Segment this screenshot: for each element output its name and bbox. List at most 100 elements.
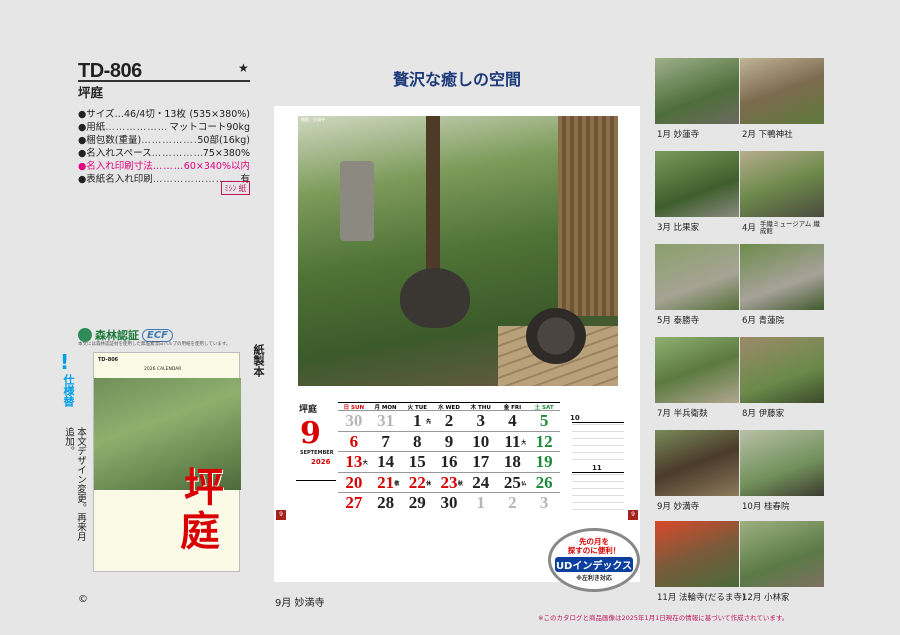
spec-key: ●表紙名入れ印刷	[78, 174, 153, 185]
day-number: 26	[535, 472, 553, 492]
day-cell: 18	[496, 451, 529, 472]
day-cell: 8	[401, 430, 434, 452]
spec-change-label: 仕様替	[62, 374, 75, 407]
month-photo-thumbnail	[740, 337, 824, 403]
day-cell: 30	[338, 410, 370, 431]
day-number: 6	[349, 431, 359, 451]
month-grid: 30 31 1 先 2 3 4 5 6 7 8 9 10 11 大 12 13 大 14 15 16 17 18 19 20 21…	[338, 410, 560, 513]
day-number: 9	[444, 431, 454, 451]
spec-row: ●サイズ…46/4切・13枚 (535×380%)	[78, 108, 250, 121]
caption-text: 6月 青蓮院	[742, 316, 785, 326]
caption-text: 7月 半兵衛麸	[657, 409, 708, 419]
month-photo-caption: 11月 法輪寺(だるま寺)	[657, 591, 745, 603]
month-photo-thumbnail	[740, 244, 824, 310]
day-number: 22	[408, 472, 426, 492]
tag-right: 紙	[238, 183, 247, 193]
day-number: 27	[345, 493, 363, 513]
spec-value: (535×380%)	[189, 109, 250, 120]
month-photo-thumbnail	[655, 430, 739, 496]
spec-leader	[141, 134, 197, 147]
day-cell: 20	[338, 471, 370, 493]
spec-leader	[105, 121, 169, 134]
day-cell: 9	[433, 430, 465, 452]
spec-key: ●梱包数(重量)	[78, 135, 142, 146]
caption-text: 4月	[742, 223, 756, 234]
day-number: 7	[381, 431, 390, 451]
day-number: 15	[408, 452, 426, 472]
day-number: 28	[377, 493, 395, 513]
day-cell: 22 休	[401, 471, 434, 493]
exclamation-icon: !	[60, 350, 70, 374]
day-number: 29	[408, 493, 426, 513]
day-number: 13	[345, 452, 363, 472]
month-name: SEPTEMBER	[300, 450, 334, 456]
day-number: 1	[476, 493, 485, 513]
day-number: 8	[413, 431, 422, 451]
month-photo-caption: 1月 妙蓮寺	[657, 128, 699, 140]
next-month-2-label: 11	[592, 464, 602, 472]
spec-value: マットコート90kg	[169, 122, 250, 133]
day-number: 20	[345, 472, 363, 492]
month-photo-caption: 2月 下鴨神社	[742, 128, 793, 140]
headline: 贅沢な癒しの空間	[392, 70, 521, 89]
ecf-badge: ECF	[142, 328, 174, 342]
caption-detail: 手織ミュージアム 織成館	[759, 220, 820, 235]
spec-row: ●名入れ印刷寸法 60×340%以内	[78, 160, 250, 173]
month-photo-caption: 12月 小林家	[742, 591, 790, 603]
caption-text: 12月 小林家	[742, 593, 790, 603]
month-photo-thumbnail	[655, 521, 739, 587]
day-number: 2	[508, 493, 517, 513]
day-cell: 14	[369, 451, 402, 472]
spec-key: ●サイズ…46/4切・13枚	[78, 109, 186, 120]
day-cell: 24	[464, 471, 497, 493]
month-photo-caption: 6月 青蓮院	[742, 314, 784, 326]
month-photo-caption: 3月 比果家	[657, 221, 699, 233]
caption-text: 5月 泰勝寺	[657, 316, 700, 326]
tree-icon	[78, 328, 92, 342]
day-number: 18	[503, 452, 521, 472]
spec-row: ●名入れスペース 75×380%	[78, 147, 250, 160]
day-number: 24	[472, 472, 490, 492]
ud-index-badge: 先の月を 探すのに便利！ UDインデックス ※左利き対応	[548, 528, 640, 592]
ud-line2: 探すのに便利！	[567, 546, 621, 555]
caption-text: 10月 桂春院	[742, 502, 790, 512]
next-month-1-mini	[572, 422, 624, 460]
cover-brand: TD-806	[98, 357, 119, 363]
spec-value: 60×340%以内	[183, 161, 250, 172]
day-number: 25	[503, 472, 521, 492]
month-photo-caption: 9月 妙満寺	[657, 500, 699, 512]
star-icon: ★	[238, 61, 249, 75]
month-photo-caption: 4月 手織ミュージアム 織成館	[742, 221, 820, 235]
spec-leader	[152, 147, 203, 160]
day-number: 21	[377, 472, 395, 492]
caption-text: 8月 伊藤家	[742, 409, 785, 419]
day-cell: 25 仏	[496, 471, 529, 493]
design-change-note: 本文デザイン変更。再来月追加。	[63, 427, 86, 541]
water-basin	[400, 268, 470, 328]
day-cell: 4	[496, 410, 529, 431]
spec-row: ●用紙 マットコート90kg	[78, 121, 250, 134]
footnote: ※このカタログと商品画像は2025年1月1日現在の情報に基づいて作成されています…	[538, 614, 789, 622]
month-number: 9	[300, 416, 321, 451]
day-cell: 15	[401, 451, 434, 472]
day-cell: 23 秋	[433, 471, 465, 493]
photo-caption-left: 撮影：妙満寺	[301, 117, 325, 122]
day-cell: 3	[464, 410, 497, 431]
cover-thumbnail: TD-806 2026 CALENDAR 坪 庭	[93, 352, 241, 572]
month-photo-thumbnail	[740, 521, 824, 587]
month-title: 坪庭	[299, 405, 318, 415]
caption-text: 3月 比果家	[657, 223, 700, 233]
spec-value: 75×380%	[202, 148, 250, 159]
stone-lantern	[340, 161, 374, 241]
day-cell: 29	[401, 492, 434, 513]
caption-text: 2月 下鴨神社	[742, 130, 793, 140]
day-cell: 26	[528, 471, 560, 493]
day-cell: 2	[496, 492, 529, 513]
day-number: 4	[508, 411, 517, 430]
copyright-mark: ©	[78, 594, 88, 605]
title-divider	[78, 80, 250, 82]
day-number: 3	[539, 493, 549, 513]
ud-main: UDインデックス	[555, 557, 633, 572]
main-photo: 撮影：妙満寺 京都・坪庭	[298, 116, 618, 386]
tag-left: ﾐｼﾝ	[224, 183, 237, 193]
